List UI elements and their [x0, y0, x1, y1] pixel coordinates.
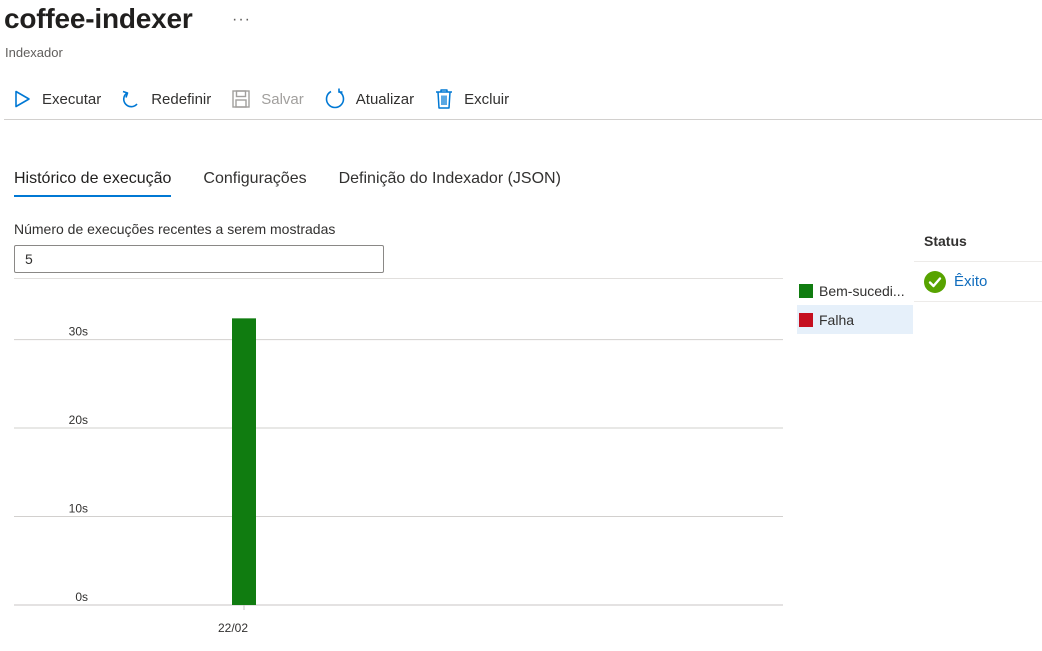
legend-item-failure[interactable]: Falha: [797, 305, 913, 334]
y-axis-labels: 0s 10s 20s 30s: [69, 325, 88, 604]
success-swatch: [799, 283, 813, 298]
recent-runs-label: Número de execuções recentes a serem mos…: [14, 221, 336, 237]
delete-label: Excluir: [464, 90, 510, 108]
legend-item-success[interactable]: Bem-sucedi...: [797, 276, 913, 305]
chart-legend: Bem-sucedi... Falha: [797, 276, 913, 334]
refresh-label: Atualizar: [355, 90, 415, 108]
more-options-icon[interactable]: ···: [232, 11, 251, 29]
save-icon: [232, 90, 250, 108]
save-label: Salvar: [261, 90, 304, 108]
y-tick-label: 0s: [75, 590, 88, 604]
run-button[interactable]: Executar: [12, 84, 101, 114]
tab-execution-history[interactable]: Histórico de execução: [14, 170, 172, 197]
refresh-button[interactable]: Atualizar: [324, 84, 414, 114]
y-tick-label: 30s: [69, 325, 88, 339]
run-label: Executar: [42, 90, 102, 108]
tab-settings[interactable]: Configurações: [203, 170, 306, 196]
status-link[interactable]: Êxito: [954, 273, 987, 290]
reset-icon: [122, 90, 138, 108]
status-row: Êxito: [914, 262, 1042, 302]
trash-icon: [436, 89, 453, 109]
bars: [232, 318, 256, 605]
grid-lines: [14, 339, 783, 606]
legend-label-failure: Falha: [819, 311, 855, 328]
page-title: coffee-indexer: [4, 3, 193, 34]
legend-label-success: Bem-sucedi...: [819, 282, 905, 299]
failure-swatch: [799, 312, 813, 327]
command-bar: Executar Redefinir Salvar Atualizar Excl…: [0, 84, 529, 114]
delete-button[interactable]: Excluir: [434, 84, 509, 114]
refresh-icon: [325, 88, 345, 109]
y-tick-label: 20s: [69, 413, 88, 427]
tab-list: Histórico de execução Configurações Defi…: [14, 170, 593, 197]
check-circle-icon: [924, 270, 946, 293]
tab-indexer-definition-json[interactable]: Definição do Indexador (JSON): [339, 170, 561, 196]
page-subtitle: Indexador: [5, 45, 63, 60]
reset-button[interactable]: Redefinir: [121, 84, 211, 114]
save-button[interactable]: Salvar: [231, 84, 304, 114]
status-column-header: Status: [914, 222, 1042, 262]
recent-runs-input[interactable]: [14, 245, 384, 273]
play-icon: [15, 90, 30, 108]
bar-success: [232, 318, 256, 605]
reset-label: Redefinir: [151, 90, 212, 108]
y-tick-label: 10s: [69, 502, 88, 516]
toolbar-divider: [4, 119, 1042, 120]
x-tick-label: 22/02: [218, 621, 248, 635]
execution-history-chart: 0s 10s 20s 30s 22/02: [14, 318, 783, 635]
x-axis-labels: 22/02: [218, 605, 248, 635]
